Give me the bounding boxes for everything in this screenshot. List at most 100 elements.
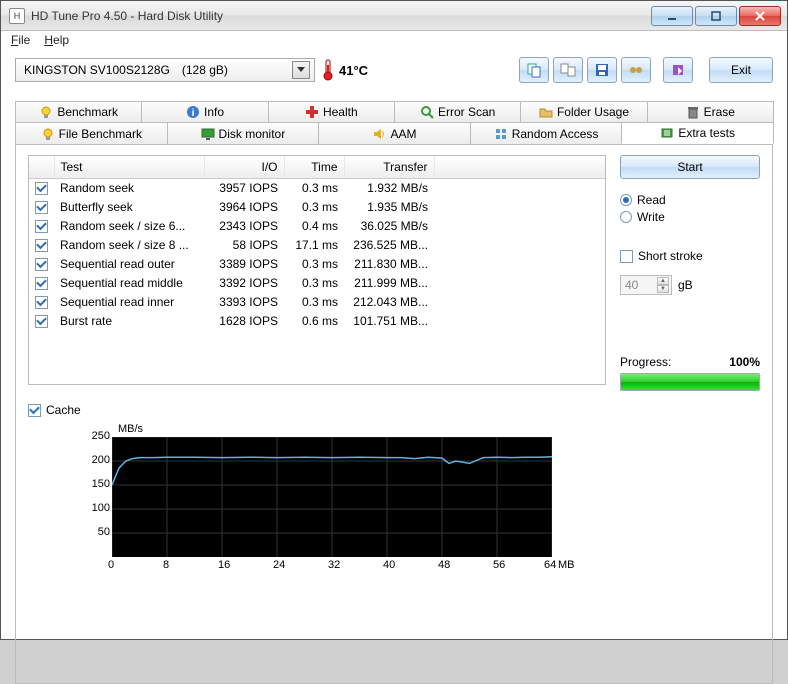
exit-button[interactable]: Exit (709, 57, 773, 83)
tab-strip: BenchmarkiInfoHealthError ScanFolder Usa… (15, 101, 773, 144)
tab-erase[interactable]: Erase (647, 101, 774, 122)
app-icon: H (9, 8, 25, 24)
drive-size: (128 gB) (182, 63, 228, 77)
drive-name: KINGSTON SV100S2128G (24, 63, 170, 77)
table-row[interactable]: Random seek / size 8 ...58 IOPS17.1 ms23… (29, 235, 605, 254)
table-row[interactable]: Random seek / size 6...2343 IOPS0.4 ms36… (29, 216, 605, 235)
chart-xunit: MB (558, 559, 575, 571)
checkbox-icon (28, 404, 41, 417)
progress-label: Progress: (620, 355, 671, 369)
copy-screenshot-button[interactable] (553, 57, 583, 83)
col-time[interactable]: Time (284, 156, 344, 178)
tab-extra-tests[interactable]: Extra tests (621, 122, 774, 144)
checkbox-icon[interactable] (35, 258, 48, 271)
radio-icon (620, 211, 632, 223)
close-button[interactable] (739, 6, 781, 26)
progress-bar (620, 373, 760, 391)
toolbar: KINGSTON SV100S2128G (128 gB) 41°C Exit (1, 49, 787, 93)
plus-red-icon (305, 105, 319, 119)
checkbox-icon (620, 250, 633, 263)
chevron-down-icon[interactable] (292, 61, 310, 79)
col-transfer[interactable]: Transfer (344, 156, 434, 178)
temperature-value: 41°C (339, 63, 368, 78)
progress-value: 100% (729, 355, 760, 369)
short-stroke-unit: gB (678, 278, 693, 292)
tab-file-benchmark[interactable]: File Benchmark (15, 122, 168, 144)
start-button[interactable]: Start (620, 155, 760, 179)
chart-xtick: 48 (438, 559, 450, 571)
extra-icon (660, 126, 674, 140)
refresh-button[interactable] (663, 57, 693, 83)
tab-info[interactable]: iInfo (141, 101, 268, 122)
short-stroke-value-input: 40 ▲▼ (620, 275, 672, 295)
mode-write-radio[interactable]: Write (620, 210, 760, 224)
checkbox-icon[interactable] (35, 201, 48, 214)
col-test[interactable]: Test (54, 156, 204, 178)
magnify-icon (420, 105, 434, 119)
random-icon (494, 127, 508, 141)
drive-select[interactable]: KINGSTON SV100S2128G (128 gB) (15, 58, 315, 82)
chart-ylabel: MB/s (118, 423, 143, 435)
checkbox-icon[interactable] (35, 220, 48, 233)
bulb-icon (41, 127, 55, 141)
chart-ytick: 250 (82, 430, 110, 442)
tab-health[interactable]: Health (268, 101, 395, 122)
menu-file[interactable]: File (11, 33, 30, 47)
chart-xtick: 40 (383, 559, 395, 571)
chart-xtick: 64 (544, 559, 556, 571)
chart-xtick: 0 (108, 559, 114, 571)
chart-xtick: 56 (493, 559, 505, 571)
chart-ytick: 50 (82, 526, 110, 538)
short-stroke-checkbox[interactable]: Short stroke (620, 249, 760, 263)
chart-ytick: 150 (82, 478, 110, 490)
chart-xtick: 24 (273, 559, 285, 571)
checkbox-icon[interactable] (35, 315, 48, 328)
spin-down-icon: ▼ (657, 285, 669, 293)
chart-ytick: 100 (82, 502, 110, 514)
tab-disk-monitor[interactable]: Disk monitor (167, 122, 320, 144)
save-button[interactable] (587, 57, 617, 83)
table-row[interactable]: Sequential read middle3392 IOPS0.3 ms211… (29, 273, 605, 292)
chart-ytick: 200 (82, 454, 110, 466)
checkbox-icon[interactable] (35, 296, 48, 309)
window-title: HD Tune Pro 4.50 - Hard Disk Utility (31, 9, 651, 23)
mode-read-radio[interactable]: Read (620, 193, 760, 207)
cache-checkbox[interactable]: Cache (28, 403, 760, 417)
tab-benchmark[interactable]: Benchmark (15, 101, 142, 122)
spin-up-icon: ▲ (657, 277, 669, 285)
bulb-icon (39, 105, 53, 119)
tab-error-scan[interactable]: Error Scan (394, 101, 521, 122)
tab-random-access[interactable]: Random Access (470, 122, 623, 144)
speaker-icon (372, 127, 386, 141)
tab-panel-extra-tests: Test I/O Time Transfer Random seek3957 I… (15, 144, 773, 684)
chart-xtick: 32 (328, 559, 340, 571)
table-row[interactable]: Burst rate1628 IOPS0.6 ms101.751 MB... (29, 311, 605, 330)
tab-folder-usage[interactable]: Folder Usage (520, 101, 647, 122)
maximize-button[interactable] (695, 6, 737, 26)
radio-icon (620, 194, 632, 206)
menubar: File Help (1, 31, 787, 49)
col-io[interactable]: I/O (204, 156, 284, 178)
tab-aam[interactable]: AAM (318, 122, 471, 144)
checkbox-icon[interactable] (35, 277, 48, 290)
svg-text:i: i (192, 108, 195, 119)
titlebar: H HD Tune Pro 4.50 - Hard Disk Utility (1, 1, 787, 31)
thermometer-icon (323, 59, 333, 81)
table-row[interactable]: Sequential read outer3389 IOPS0.3 ms211.… (29, 254, 605, 273)
menu-help[interactable]: Help (44, 33, 69, 47)
monitor-icon (201, 127, 215, 141)
table-row[interactable]: Random seek3957 IOPS0.3 ms1.932 MB/s (29, 178, 605, 197)
copy-info-button[interactable] (519, 57, 549, 83)
info-icon: i (186, 105, 200, 119)
minimize-button[interactable] (651, 6, 693, 26)
table-row[interactable]: Sequential read inner3393 IOPS0.3 ms212.… (29, 292, 605, 311)
folder-icon (539, 105, 553, 119)
checkbox-icon[interactable] (35, 182, 48, 195)
settings-button[interactable] (621, 57, 651, 83)
checkbox-icon[interactable] (35, 239, 48, 252)
chart-xtick: 8 (163, 559, 169, 571)
table-row[interactable]: Butterfly seek3964 IOPS0.3 ms1.935 MB/s (29, 197, 605, 216)
results-table: Test I/O Time Transfer Random seek3957 I… (28, 155, 606, 385)
cache-chart: MB/s 50100150200250 0816243240485664 MB (80, 423, 610, 593)
trash-icon (686, 105, 700, 119)
